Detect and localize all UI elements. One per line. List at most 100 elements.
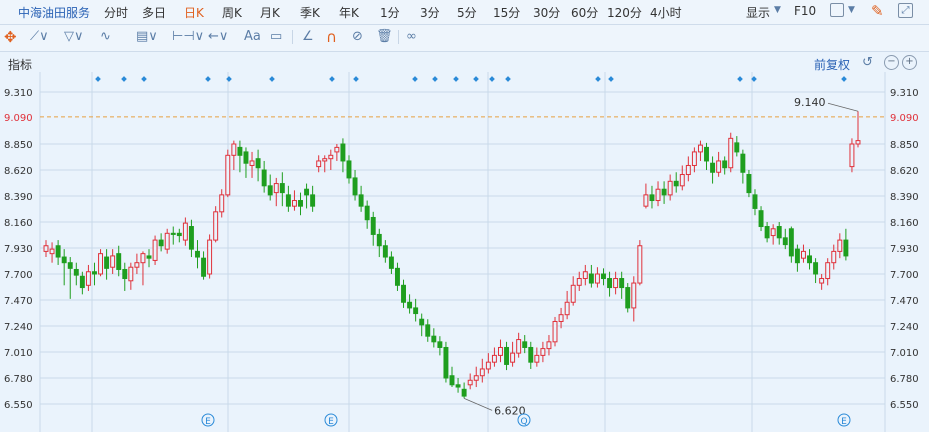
candle-body (855, 140, 861, 145)
candle-body (528, 346, 534, 363)
event-dot-marker (737, 76, 743, 82)
event-dot-marker (412, 76, 418, 82)
candle-body (188, 226, 194, 250)
y-tick-label-right: 7.240 (890, 322, 919, 333)
y-tick-label-right: 7.470 (890, 296, 919, 307)
candle-body (467, 379, 473, 386)
candle-body (316, 160, 322, 168)
candle-body (819, 278, 825, 284)
candle-body (394, 267, 400, 286)
event-dot-marker (432, 76, 438, 82)
candle-body (419, 318, 425, 326)
candle-body (691, 151, 697, 166)
event-dot-marker (269, 76, 275, 82)
candle-body (782, 237, 788, 246)
candle-body (134, 262, 140, 268)
candle-body (558, 314, 564, 322)
candle-body (601, 273, 606, 280)
candle-body (491, 354, 497, 363)
candle-body (485, 361, 491, 370)
candle-body (182, 222, 188, 241)
event-dot-marker (453, 76, 459, 82)
candle-body (807, 255, 812, 264)
candle-body (837, 239, 843, 252)
candle-body (207, 239, 213, 275)
candle-body (346, 160, 352, 179)
candle-body (431, 335, 437, 343)
candle-body (613, 278, 619, 289)
event-dot-marker (121, 76, 127, 82)
candle-body (358, 194, 364, 207)
candle-body (352, 177, 358, 196)
candle-body (55, 245, 61, 258)
event-dot-marker (608, 76, 614, 82)
candlestick-chart[interactable]: 6.550 6.550 6.780 6.780 7.010 7.010 7.240 7.240… (0, 0, 929, 432)
candle-body (388, 256, 394, 269)
candle-body (110, 255, 116, 268)
candle-body (534, 354, 540, 363)
candle-body (152, 239, 158, 261)
event-dot-marker (353, 76, 359, 82)
candle-body (104, 256, 110, 269)
y-tick-label-right: 8.390 (890, 192, 919, 203)
candle-body (479, 368, 485, 377)
candle-body (85, 271, 91, 286)
candle-body (594, 273, 600, 284)
candle-body (455, 384, 461, 388)
y-tick-label-right: 8.160 (890, 218, 919, 229)
y-tick-label-left: 8.850 (4, 140, 33, 151)
candle-body (564, 301, 570, 316)
candle-body (164, 232, 170, 250)
y-tick-label-left: 8.390 (4, 192, 33, 203)
candle-body (752, 194, 758, 209)
candle-body (334, 146, 340, 153)
candle-body (225, 154, 231, 196)
y-tick-label-right: 6.780 (890, 374, 919, 385)
candle-body (576, 278, 582, 286)
event-marker-label: E (328, 417, 334, 427)
event-dot-marker (595, 76, 601, 82)
candle-body (443, 346, 449, 379)
candle-body (849, 143, 855, 168)
event-marker-label: E (841, 417, 847, 427)
candle-body (631, 282, 637, 309)
candle-body (310, 194, 316, 207)
candle-body (704, 146, 709, 162)
candle-body (764, 226, 770, 239)
candle-body (746, 174, 752, 194)
candle-body (49, 248, 55, 255)
candle-body (279, 183, 285, 194)
candle-body (673, 180, 679, 187)
candle-body (510, 352, 516, 363)
candle-body (273, 183, 279, 194)
candle-body (231, 143, 237, 156)
candle-body (473, 375, 479, 381)
y-tick-label-right: 9.310 (890, 88, 919, 99)
y-tick-label-left: 9.090 (4, 113, 33, 124)
candle-body (382, 245, 388, 258)
candle-body (267, 185, 273, 196)
candle-body (213, 211, 219, 241)
high-pointer-line (827, 102, 859, 112)
candle-body (522, 341, 528, 348)
event-marker-label: E (205, 417, 211, 427)
y-tick-label-left: 7.010 (4, 348, 33, 359)
candle-body (546, 341, 552, 350)
candle-body (540, 348, 546, 356)
candle-body (843, 239, 849, 257)
candle-body (376, 233, 382, 247)
candle-body (291, 200, 297, 207)
candle-body (637, 245, 643, 284)
y-tick-label-left: 8.620 (4, 166, 33, 177)
candle-body (685, 164, 691, 176)
candle-body (128, 266, 134, 282)
candle-body (710, 162, 716, 173)
candle-body (794, 248, 800, 264)
candle-body (425, 324, 431, 337)
candle-body (582, 271, 588, 280)
candle-body (667, 180, 673, 196)
candle-body (740, 153, 746, 173)
candle-body (249, 160, 255, 166)
event-dot-marker (95, 76, 101, 82)
event-dot-marker (841, 76, 847, 82)
